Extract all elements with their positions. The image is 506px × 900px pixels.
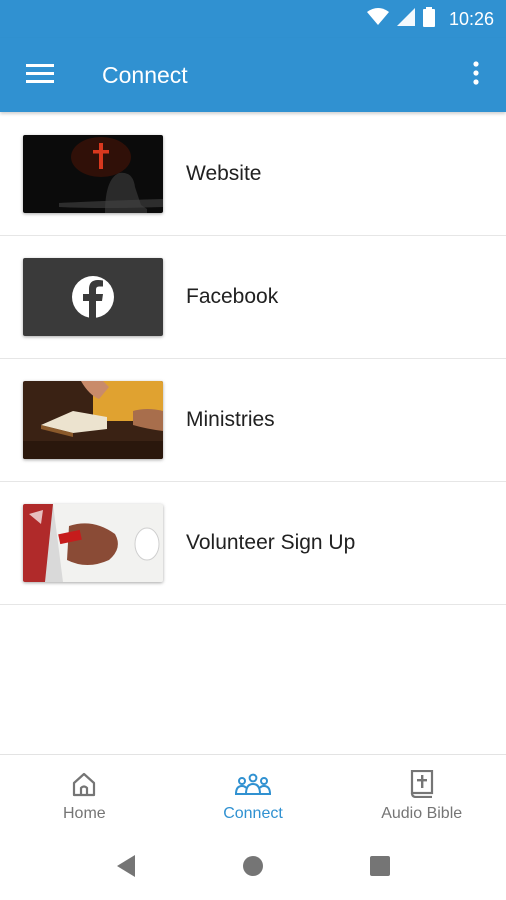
item-label: Ministries: [186, 408, 275, 431]
overflow-menu-button[interactable]: [446, 38, 506, 112]
cell-signal-icon: [396, 7, 415, 31]
nav-label: Audio Bible: [381, 804, 463, 822]
back-icon: [115, 854, 137, 883]
nav-label: Home: [62, 804, 106, 822]
battery-icon: [422, 6, 435, 32]
nav-label: Connect: [223, 804, 283, 822]
list-item-facebook[interactable]: Facebook: [0, 236, 506, 359]
facebook-logo-image: [23, 258, 163, 336]
nav-item-home[interactable]: Home: [0, 755, 169, 836]
list-item-volunteer-sign-up[interactable]: Volunteer Sign Up: [0, 482, 506, 605]
home-system-button[interactable]: [190, 836, 317, 900]
open-bible-image: [23, 381, 163, 459]
more-vert-icon: [473, 60, 479, 90]
cross-silhouette-image: [23, 135, 163, 213]
signing-paper-image: [23, 504, 163, 582]
status-bar: 10:26: [0, 0, 506, 38]
bottom-nav: Home Connect Audio Bible: [0, 754, 506, 836]
item-label: Facebook: [186, 285, 279, 308]
recents-icon: [370, 855, 390, 881]
recents-button[interactable]: [317, 836, 444, 900]
home-circle-icon: [242, 855, 264, 882]
wifi-icon: [366, 7, 389, 31]
system-nav-bar: [0, 836, 506, 900]
connect-list: Website Facebook Ministries Volunteer Si…: [0, 113, 506, 605]
status-time: 10:26: [448, 8, 494, 29]
app-bar: Connect: [0, 38, 506, 112]
back-button[interactable]: [63, 836, 190, 900]
menu-button[interactable]: [0, 38, 80, 112]
home-icon: [71, 769, 97, 799]
page-title: Connect: [102, 61, 188, 88]
list-item-ministries[interactable]: Ministries: [0, 359, 506, 482]
item-label: Website: [186, 162, 262, 185]
nav-item-connect[interactable]: Connect: [169, 755, 338, 836]
hamburger-menu-icon: [26, 63, 54, 88]
status-icons: 10:26: [366, 6, 494, 32]
item-label: Volunteer Sign Up: [186, 531, 356, 554]
people-group-icon: [235, 769, 271, 799]
bible-icon: [410, 769, 434, 799]
nav-item-audio-bible[interactable]: Audio Bible: [337, 755, 506, 836]
list-item-website[interactable]: Website: [0, 113, 506, 236]
